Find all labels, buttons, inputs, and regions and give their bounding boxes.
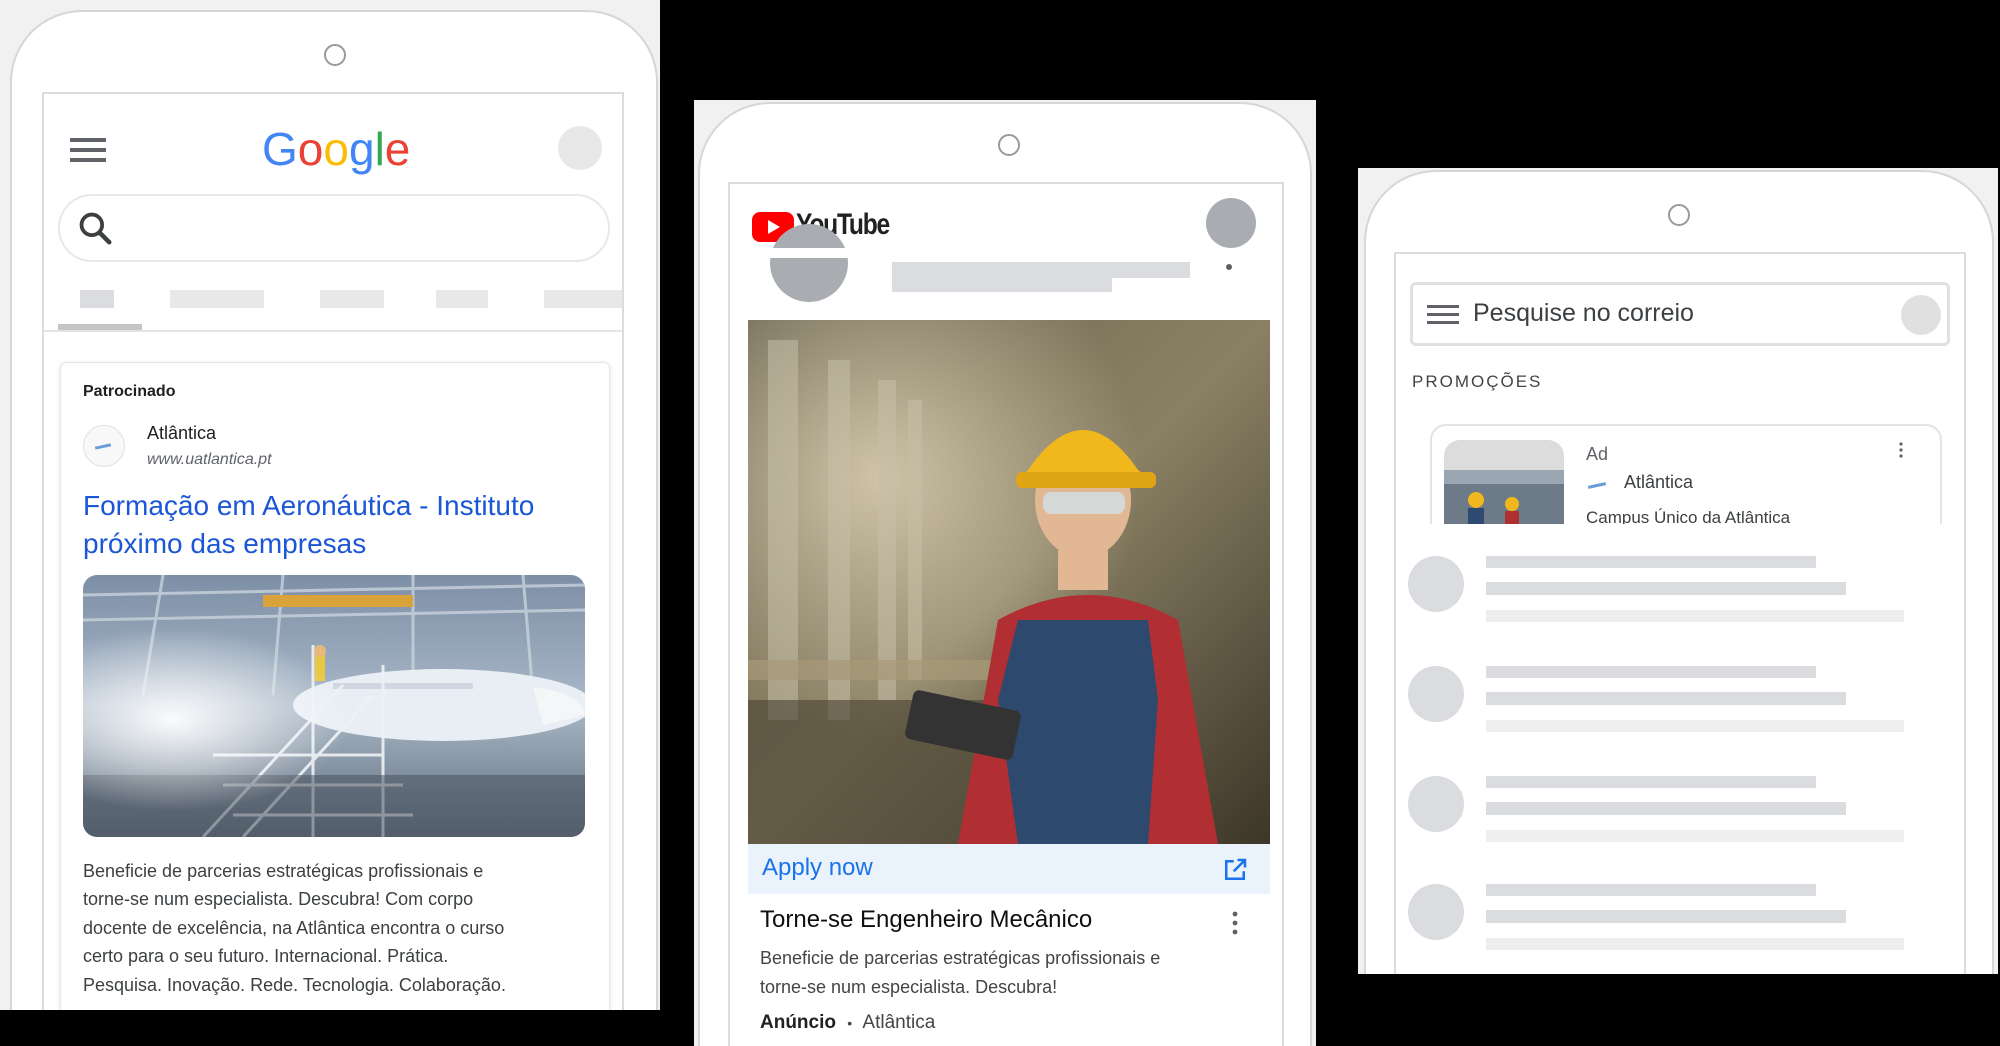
text-placeholder [1486,802,1846,815]
ad-description-line: torne-se num especialista. Descubra! Com… [83,889,474,909]
text-placeholder [1486,938,1904,950]
ad-description-line: Beneficie de parcerias estratégicas prof… [83,861,484,881]
text-placeholder [892,278,1112,292]
text-placeholder [1486,610,1904,622]
phone-speaker [998,134,1020,156]
sender-avatar-placeholder [1408,776,1464,832]
sponsored-label: Patrocinado [83,383,176,400]
mail-search-bar[interactable]: Pesquise no correio [1410,282,1950,346]
text-placeholder [1486,884,1816,896]
advertiser-name: Atlântica [862,1012,936,1033]
video-title[interactable]: Torne-se Engenheiro Mecânico [760,906,1092,934]
placeholder-email-row[interactable] [1396,544,1964,644]
tab-placeholder[interactable] [170,290,264,308]
hamburger-menu-icon[interactable] [1427,305,1459,325]
google-screen: Google Patrocinado Atlântica www.uatlant… [42,92,624,1010]
advertiser-name: Atlântica [1624,472,1694,492]
youtube-screen: YouTube Apply now Torne-se Engenheiro Me… [728,182,1284,1046]
text-placeholder [1486,666,1816,678]
google-mockup-panel: Google Patrocinado Atlântica www.uatlant… [0,0,660,1010]
search-input[interactable] [58,194,610,262]
ad-description-line: docente de excelência, na Atlântica enco… [83,918,505,938]
promo-ad-card[interactable]: Ad Atlântica Campus Único da Atlântica [1430,424,1942,538]
logo-letter: l [374,123,385,175]
aircraft-hangar-image[interactable] [83,575,585,837]
text-placeholder [1486,692,1846,705]
phone-speaker [324,44,346,66]
video-description-line: torne-se num especialista. Descubra! [760,977,1058,997]
ad-badge: Anúncio [760,1012,836,1033]
placeholder-email-row[interactable] [1396,872,1964,972]
tab-placeholder[interactable] [544,290,622,308]
account-avatar[interactable] [558,126,602,170]
apply-now-cta-bar[interactable]: Apply now [748,844,1270,894]
placeholder-email-row[interactable] [1396,764,1964,864]
external-link-icon[interactable] [1220,855,1250,885]
search-icon [79,212,112,245]
logo-letter: e [384,123,411,175]
channel-avatar-placeholder [770,224,848,302]
ad-badge: Ad [1586,444,1609,464]
advertiser-favicon [83,425,125,467]
placeholder-email-row[interactable] [1396,654,1964,754]
account-avatar[interactable] [1901,295,1941,335]
account-avatar[interactable] [1206,198,1256,248]
more-options-icon[interactable] [1230,910,1240,936]
logo-letter: g [348,123,375,175]
ad-description-line: certo para o seu futuro. Internacional. … [83,946,449,966]
engineer-video-thumbnail[interactable] [748,320,1270,844]
tabs-divider [44,330,622,332]
header-mask [730,248,1282,258]
advertiser-name: Atlântica [147,423,217,443]
tab-placeholder[interactable] [320,290,384,308]
text-placeholder [1486,720,1904,732]
tab-placeholder[interactable] [436,290,488,308]
sender-avatar-placeholder [1408,556,1464,612]
hamburger-menu-icon[interactable] [70,138,106,164]
gmail-mockup-panel: Pesquise no correio PROMOÇÕES Ad Atlânti… [1358,168,1998,974]
ad-headline-line[interactable]: próximo das empresas [83,525,366,563]
sender-avatar-placeholder [1408,666,1464,722]
logo-letter: o [323,123,349,175]
apply-now-link[interactable]: Apply now [762,854,873,882]
advertiser-favicon [1587,482,1607,489]
more-options-icon[interactable] [1898,442,1904,458]
video-description-line: Beneficie de parcerias estratégicas prof… [760,948,1161,968]
menu-dot [1226,264,1232,270]
phone-speaker [1668,204,1690,226]
mail-search-placeholder: Pesquise no correio [1473,299,1694,327]
ad-headline-line[interactable]: Formação em Aeronáutica - Instituto [83,487,534,525]
text-placeholder [1486,582,1846,595]
text-placeholder [1486,910,1846,923]
search-ad-card[interactable]: Patrocinado Atlântica www.uatlantica.pt … [60,362,610,1010]
ad-description-line: Pesquisa. Inovação. Rede. Tecnologia. Co… [83,975,506,995]
text-placeholder [1486,776,1816,788]
logo-letter: o [297,123,324,175]
separator-dot: • [847,1015,853,1031]
promotions-section-label: PROMOÇÕES [1412,372,1543,391]
sender-avatar-placeholder [1408,884,1464,940]
text-placeholder [1486,556,1816,568]
text-placeholder [892,262,1190,278]
youtube-mockup-panel: YouTube Apply now Torne-se Engenheiro Me… [694,100,1316,1046]
ad-attribution: Anúncio • Atlântica [760,1012,935,1034]
logo-letter: G [262,123,298,175]
google-logo: Google [262,122,410,178]
text-placeholder [1486,830,1904,842]
ad-url[interactable]: www.uatlantica.pt [147,451,272,469]
tab-placeholder[interactable] [80,290,114,308]
gmail-screen: Pesquise no correio PROMOÇÕES Ad Atlânti… [1394,252,1966,974]
